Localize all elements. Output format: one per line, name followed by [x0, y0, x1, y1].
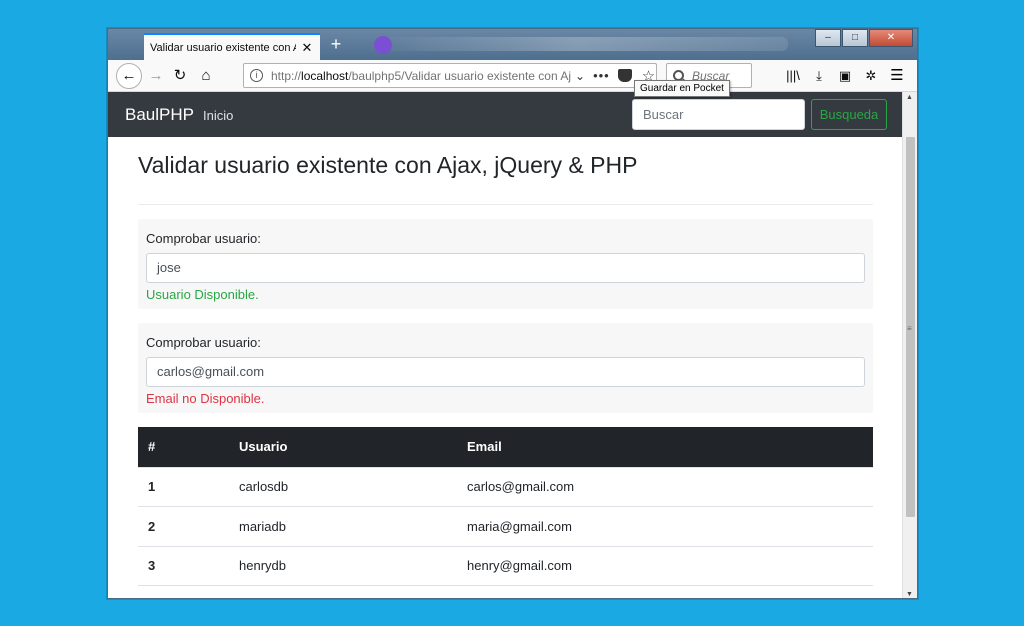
row-number: 1 — [148, 479, 156, 495]
extensions-icon[interactable]: ✲ — [858, 64, 884, 88]
more-actions-icon[interactable]: ••• — [593, 68, 610, 83]
username-status: Usuario Disponible. — [146, 287, 259, 302]
pocket-tooltip: Guardar en Pocket — [634, 80, 730, 97]
chevron-down-icon[interactable]: ⌄ — [575, 69, 585, 83]
row-username: henrydb — [239, 558, 286, 574]
library-icon[interactable]: |||\ — [780, 64, 806, 88]
pocket-icon[interactable] — [617, 69, 632, 82]
header-number: # — [148, 439, 156, 455]
vertical-scrollbar[interactable]: ▲ ≡ ▼ — [902, 92, 917, 598]
new-tab-icon[interactable]: + — [326, 34, 346, 54]
table-row: 3 henrydb henry@gmail.com — [138, 546, 873, 586]
minimize-icon[interactable]: – — [815, 29, 841, 47]
sidebar-icon[interactable]: ▣ — [832, 64, 858, 88]
page-title: Validar usuario existente con Ajax, jQue… — [138, 152, 638, 178]
row-email: carlos@gmail.com — [467, 479, 575, 495]
divider — [138, 204, 873, 205]
search-button[interactable]: Busqueda — [811, 99, 887, 130]
url-bar[interactable]: i http://localhost/baulphp5/Validar usua… — [243, 63, 657, 88]
email-input[interactable]: carlos@gmail.com — [146, 357, 865, 387]
tab-bar: Validar usuario existente con Ajax, jQ ✕… — [108, 29, 917, 60]
scroll-down-icon[interactable]: ▼ — [906, 591, 913, 598]
active-tab[interactable]: Validar usuario existente con Ajax, jQ ✕ — [144, 33, 320, 60]
page-viewport: BaulPHP Inicio Buscar Busqueda Validar u… — [108, 92, 902, 599]
check-email-label: Comprobar usuario: — [146, 335, 261, 350]
close-tab-icon[interactable]: ✕ — [300, 40, 314, 56]
row-email: angel@gmail.com — [457, 586, 873, 599]
table-row: 4 angeldb angel@gmail.com — [138, 585, 873, 599]
back-icon[interactable]: ← — [116, 63, 142, 89]
toolbar-icons: |||\ ⤓ ▣ ✲ — [780, 64, 884, 88]
row-username: mariadb — [239, 518, 286, 534]
username-input[interactable]: jose — [146, 253, 865, 283]
reload-icon[interactable]: ↻ — [168, 64, 192, 88]
download-icon[interactable]: ⤓ — [806, 64, 832, 88]
maximize-icon[interactable]: □ — [842, 29, 868, 47]
row-number: 3 — [148, 558, 156, 574]
table-row: 1 carlosdb carlos@gmail.com — [138, 467, 873, 507]
info-icon[interactable]: i — [250, 69, 263, 82]
row-number: 4 — [138, 586, 229, 599]
hamburger-menu-icon[interactable]: ☰ — [885, 64, 909, 88]
row-email: henry@gmail.com — [467, 558, 572, 574]
nav-link-inicio[interactable]: Inicio — [203, 108, 233, 123]
check-email-form: Comprobar usuario: carlos@gmail.com Emai… — [138, 323, 873, 413]
email-status: Email no Disponible. — [146, 391, 265, 406]
site-search-input[interactable]: Buscar — [632, 99, 805, 130]
site-brand[interactable]: BaulPHP — [125, 105, 194, 125]
check-user-label: Comprobar usuario: — [146, 231, 261, 246]
table-header-row: # Usuario Email — [138, 427, 873, 467]
row-email: maria@gmail.com — [467, 518, 572, 534]
site-navbar: BaulPHP Inicio Buscar Busqueda — [108, 92, 902, 137]
table-row: 2 mariadb maria@gmail.com — [138, 506, 873, 547]
home-icon[interactable]: ⌂ — [194, 64, 218, 88]
scroll-up-icon[interactable]: ▲ — [906, 94, 913, 101]
row-number: 2 — [148, 518, 156, 534]
header-email: Email — [467, 439, 502, 455]
users-table: # Usuario Email 1 carlosdb carlos@gmail.… — [138, 427, 873, 599]
browser-window: Validar usuario existente con Ajax, jQ ✕… — [107, 28, 918, 599]
check-user-form: Comprobar usuario: jose Usuario Disponib… — [138, 219, 873, 309]
window-controls: – □ ✕ — [814, 29, 913, 47]
scroll-grip-icon: ≡ — [907, 324, 912, 333]
background-tabs — [368, 37, 788, 51]
header-user: Usuario — [239, 439, 288, 455]
forward-icon[interactable]: → — [144, 64, 168, 88]
close-window-icon[interactable]: ✕ — [869, 29, 913, 47]
row-username: angeldb — [229, 586, 457, 599]
extension-icon[interactable] — [374, 36, 392, 54]
url-text: http://localhost/baulphp5/Validar usuari… — [271, 68, 571, 83]
row-username: carlosdb — [239, 479, 289, 495]
navigation-toolbar: ← → ↻ ⌂ i http://localhost/baulphp5/Vali… — [108, 60, 917, 92]
tab-title: Validar usuario existente con Ajax, jQ — [150, 41, 296, 54]
